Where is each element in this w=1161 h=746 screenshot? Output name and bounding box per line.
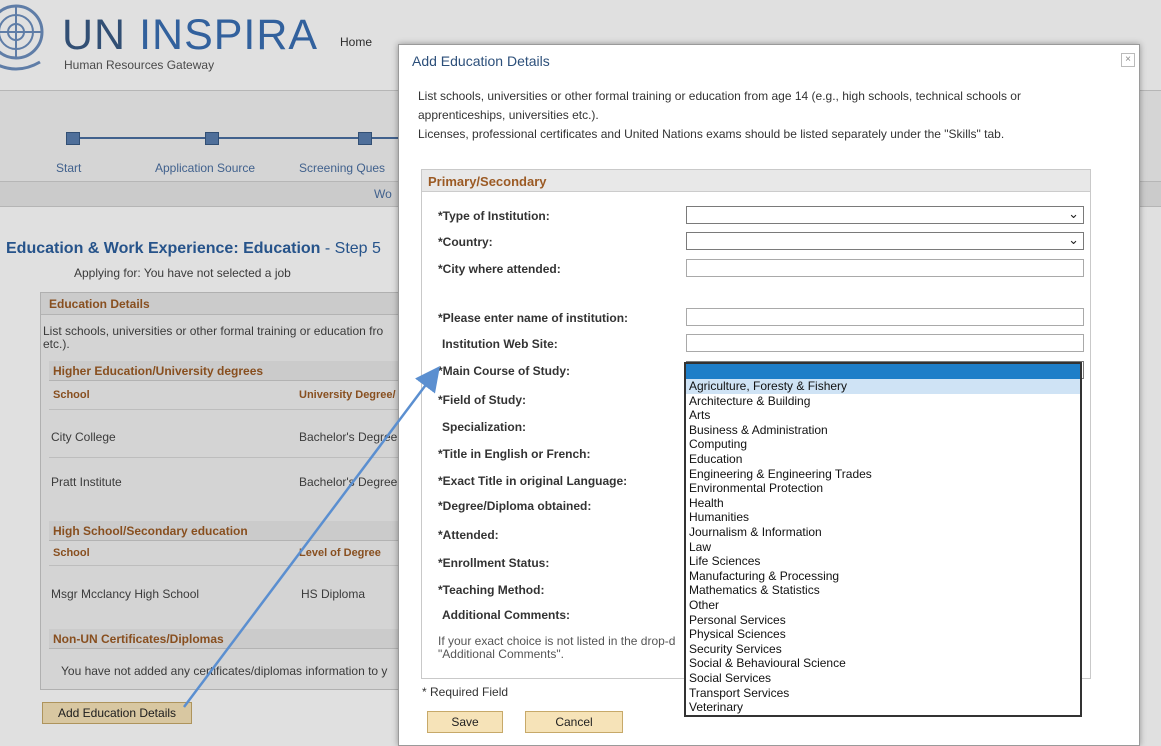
specialization-label: Specialization:: [442, 420, 527, 434]
dropdown-current-selection[interactable]: [686, 364, 1080, 379]
type-of-institution-label: *Type of Institution:: [438, 209, 550, 223]
web-site-input[interactable]: [686, 334, 1084, 352]
dropdown-option[interactable]: Architecture & Building: [689, 394, 810, 409]
dropdown-option[interactable]: Social Services: [689, 671, 771, 686]
modal-intro-line2: apprenticeships, universities etc.).: [418, 108, 599, 122]
required-field-note: * Required Field: [422, 685, 509, 699]
web-site-label: Institution Web Site:: [442, 337, 558, 351]
degree-label: *Degree/Diploma obtained:: [438, 499, 592, 513]
city-label: *City where attended:: [438, 262, 561, 276]
type-of-institution-select[interactable]: ⌄: [686, 206, 1084, 224]
dropdown-option[interactable]: Health: [689, 496, 724, 511]
dropdown-option[interactable]: Agriculture, Foresty & Fishery: [686, 379, 1080, 394]
teaching-label: *Teaching Method:: [438, 583, 545, 597]
dropdown-option[interactable]: Veterinary: [689, 700, 743, 715]
institution-name-label: *Please enter name of institution:: [438, 311, 629, 325]
save-button[interactable]: Save: [427, 711, 503, 733]
enrollment-label: *Enrollment Status:: [438, 556, 550, 570]
chevron-down-icon: ⌄: [1068, 232, 1079, 247]
dropdown-option[interactable]: Education: [689, 452, 742, 467]
dropdown-option[interactable]: Journalism & Information: [689, 525, 822, 540]
section-title: Primary/Secondary: [422, 170, 1090, 192]
chevron-down-icon: ⌄: [1068, 206, 1079, 221]
field-of-study-label: *Field of Study:: [438, 393, 526, 407]
dropdown-option[interactable]: Business & Administration: [689, 423, 828, 438]
main-course-dropdown-list[interactable]: Agriculture, Foresty & Fishery Architectu…: [684, 362, 1082, 717]
modal-intro-line3: Licenses, professional certificates and …: [418, 127, 1005, 141]
comments-label: Additional Comments:: [442, 608, 570, 622]
cancel-button[interactable]: Cancel: [525, 711, 623, 733]
dropdown-option[interactable]: Environmental Protection: [689, 481, 823, 496]
dropdown-option[interactable]: Arts: [689, 408, 710, 423]
modal-intro-line1: List schools, universities or other form…: [418, 89, 1021, 103]
exact-title-label: *Exact Title in original Language:: [438, 474, 628, 488]
dropdown-option[interactable]: Social & Behavioural Science: [689, 656, 846, 671]
close-icon[interactable]: ×: [1121, 53, 1135, 67]
dropdown-option[interactable]: Engineering & Engineering Trades: [689, 467, 872, 482]
hint-text: If your exact choice is not listed in th…: [438, 635, 678, 661]
dropdown-option[interactable]: Computing: [689, 437, 747, 452]
dropdown-option[interactable]: Security Services: [689, 642, 782, 657]
dropdown-option[interactable]: Personal Services: [689, 613, 786, 628]
modal-header: Add Education Details ×: [399, 45, 1139, 75]
institution-name-input[interactable]: [686, 308, 1084, 326]
hint-line2: "Additional Comments".: [438, 647, 564, 661]
main-course-label: *Main Course of Study:: [438, 364, 571, 378]
attended-label: *Attended:: [438, 528, 499, 542]
modal-title: Add Education Details: [412, 53, 550, 69]
dropdown-option[interactable]: Mathematics & Statistics: [689, 583, 820, 598]
city-input[interactable]: [686, 259, 1084, 277]
title-en-fr-label: *Title in English or French:: [438, 447, 591, 461]
dropdown-option[interactable]: Law: [689, 540, 711, 555]
dropdown-option[interactable]: Physical Sciences: [689, 627, 786, 642]
dropdown-option[interactable]: Life Sciences: [689, 554, 760, 569]
dropdown-option[interactable]: Other: [689, 598, 719, 613]
dropdown-option[interactable]: Manufacturing & Processing: [689, 569, 839, 584]
dropdown-option[interactable]: Humanities: [689, 510, 749, 525]
country-label: *Country:: [438, 235, 493, 249]
country-select[interactable]: ⌄: [686, 232, 1084, 250]
modal-intro: List schools, universities or other form…: [418, 87, 1118, 144]
dropdown-option[interactable]: Transport Services: [689, 686, 789, 701]
